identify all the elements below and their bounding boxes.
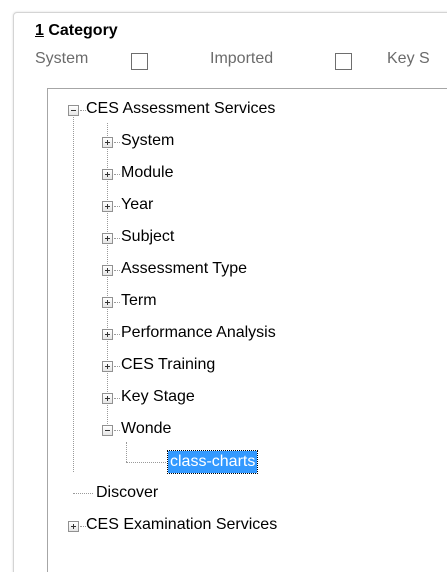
tree-connector [126,462,166,463]
category-heading: 1 Category [35,22,118,40]
expand-icon[interactable] [102,393,113,404]
expand-icon[interactable] [102,265,113,276]
tree-node-label: Key Stage [121,388,195,405]
tree-connector [114,142,120,143]
tree-connector [114,238,120,239]
filter-system-label: System [35,50,89,67]
tree-connector [114,270,120,271]
tree-node-label: Wonde [121,420,172,437]
tree-node-year[interactable]: Year [48,193,447,217]
tree-node-subject[interactable]: Subject [48,225,447,249]
tree-connector [114,430,120,431]
tree-node-label-selected: class-charts [166,450,259,474]
expand-icon[interactable] [102,233,113,244]
tree-node-label: Term [121,292,157,309]
tree-node-label: Module [121,164,174,181]
category-tree[interactable]: CES Assessment Services System Module Ye… [47,88,447,572]
tree-node-label: System [121,132,175,149]
category-accelerator: 1 [35,22,44,39]
tree-node-system[interactable]: System [48,129,447,153]
tree-node-performance-analysis[interactable]: Performance Analysis [48,321,447,345]
tree-node-class-charts[interactable]: class-charts [48,450,447,474]
tree-node-ces-examination-services[interactable]: CES Examination Services [48,513,447,537]
expand-icon[interactable] [102,137,113,148]
tree-node-term[interactable]: Term [48,289,447,313]
expand-icon[interactable] [102,169,113,180]
tree-node-label: Assessment Type [121,260,247,277]
tree-node-ces-assessment-services[interactable]: CES Assessment Services [48,97,447,121]
expand-icon[interactable] [102,329,113,340]
expand-icon[interactable] [102,297,113,308]
filter-imported-label: Imported [210,50,274,67]
expand-icon[interactable] [102,361,113,372]
expand-icon[interactable] [102,201,113,212]
tree-node-label: CES Examination Services [86,516,278,533]
tree-node-wonde[interactable]: Wonde [48,417,447,441]
tree-node-label: Discover [96,484,159,501]
filter-row: System Imported Key S [35,50,447,72]
filter-key-stage-label: Key S [387,50,430,67]
tree-node-ces-training[interactable]: CES Training [48,353,447,377]
category-title: Category [43,22,118,39]
expand-icon[interactable] [68,521,79,532]
category-window: 1 Category System Imported Key S CES Ass… [0,0,447,572]
collapse-icon[interactable] [102,425,113,436]
filter-imported-checkbox[interactable] [335,53,352,70]
tree-connector [114,334,120,335]
tree-node-label: CES Assessment Services [86,100,276,117]
tree-node-label: Performance Analysis [121,324,276,341]
collapse-icon[interactable] [68,105,79,116]
tree-connector [114,366,120,367]
tree-node-label: CES Training [121,356,216,373]
tree-connector [114,174,120,175]
tree-node-label: Year [121,196,154,213]
tree-content: CES Assessment Services System Module Ye… [48,89,447,572]
tree-connector [73,493,93,494]
filter-system-checkbox[interactable] [131,53,148,70]
tree-connector [114,206,120,207]
tree-connector [114,398,120,399]
tree-node-discover[interactable]: Discover [48,481,447,505]
tree-node-module[interactable]: Module [48,161,447,185]
tree-node-label: Subject [121,228,175,245]
tree-node-assessment-type[interactable]: Assessment Type [48,257,447,281]
tree-node-key-stage[interactable]: Key Stage [48,385,447,409]
tree-connector [114,302,120,303]
